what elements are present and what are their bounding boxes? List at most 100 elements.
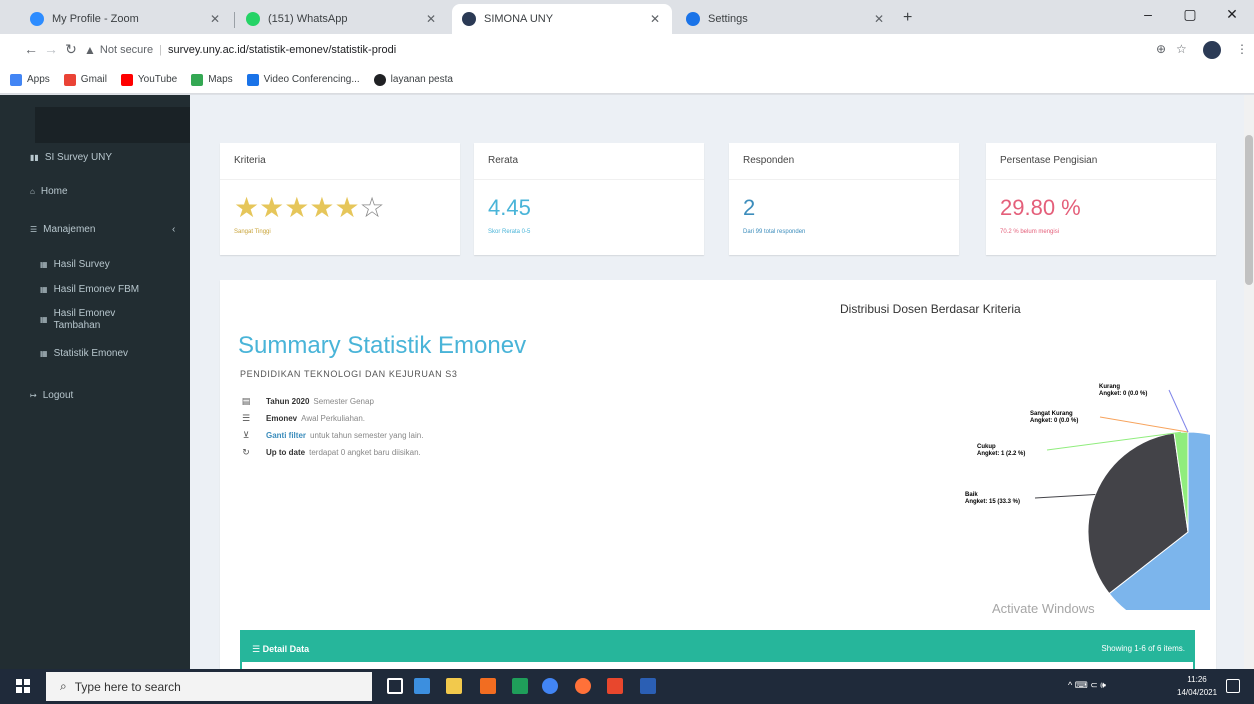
bookmark-layanan[interactable]: layanan pesta xyxy=(373,73,453,86)
scrollbar-thumb[interactable] xyxy=(1245,135,1253,285)
address-divider: | xyxy=(159,44,162,56)
system-tray[interactable]: ^ ⌨ ⊂ 🕪 xyxy=(1068,680,1106,691)
bookmark-star-icon[interactable]: ☆ xyxy=(1176,42,1187,56)
card-sub: Sangat Tinggi xyxy=(234,229,271,235)
bookmark-label: Gmail xyxy=(80,74,107,85)
close-window-button[interactable]: ✕ xyxy=(1222,6,1242,23)
bookmark-maps[interactable]: Maps xyxy=(191,73,233,86)
profile-avatar[interactable] xyxy=(1203,41,1221,59)
file-explorer-icon[interactable] xyxy=(446,678,462,694)
taskbar-search-input[interactable]: ⌕ Type here to search xyxy=(46,672,372,701)
warning-icon: ▲ xyxy=(84,43,96,57)
list-icon: ☰ xyxy=(252,644,261,654)
tab-zoom-profile[interactable]: My Profile - Zoom ✕ xyxy=(20,4,232,34)
pie-connector-line xyxy=(1034,494,1096,499)
clock-time: 11:26 xyxy=(1187,675,1207,684)
close-icon[interactable]: ✕ xyxy=(208,12,222,26)
forward-arrow-icon[interactable]: → xyxy=(42,41,60,57)
pie-connector-line xyxy=(1099,416,1189,433)
windows-start-icon[interactable] xyxy=(16,679,30,693)
browser-tab-strip: My Profile - Zoom ✕ (151) WhatsApp ✕ SIM… xyxy=(0,0,1254,34)
bookmark-label: Apps xyxy=(27,74,50,85)
sidebar-item-hasil-survey[interactable]: ▦ Hasil Survey xyxy=(40,259,180,271)
close-icon[interactable]: ✕ xyxy=(648,12,662,26)
filter-icon: ⊻ xyxy=(242,430,250,440)
web-page: ▮▮ SI Survey UNY ⌂ Home ☰ Manajemen ‹ ▦ Hasi… xyxy=(0,95,1254,669)
card-kriteria: Kriteria ★★★★★☆ Sangat Tinggi xyxy=(220,143,460,255)
minimize-button[interactable]: – xyxy=(1138,6,1158,22)
close-icon[interactable]: ✕ xyxy=(424,12,438,26)
close-icon[interactable]: ✕ xyxy=(872,12,886,26)
sidebar-brand[interactable]: ▮▮ SI Survey UNY xyxy=(30,152,112,163)
bookmark-youtube[interactable]: YouTube xyxy=(120,73,178,86)
task-view-icon[interactable] xyxy=(387,678,403,694)
card-value: 4.45 xyxy=(488,195,531,220)
bookmark-label: Maps xyxy=(208,74,233,85)
sidebar-item-statistik-emonev[interactable]: ▦ Statistik Emonev xyxy=(40,348,180,360)
tab-whatsapp[interactable]: (151) WhatsApp ✕ xyxy=(236,4,448,34)
taskbar-clock[interactable]: 11:26 14/04/2021 xyxy=(1177,673,1217,699)
ganti-filter-link[interactable]: Ganti filter xyxy=(266,431,306,440)
sidebar-item-hasil-emonev-fbm[interactable]: ▦ Hasil Emonev FBM xyxy=(40,284,180,296)
kebab-menu-icon[interactable]: ⋮ xyxy=(1236,42,1248,56)
search-placeholder: Type here to search xyxy=(74,679,181,694)
tab-label: Settings xyxy=(708,13,748,25)
sidebar-item-logout[interactable]: ↦ Logout xyxy=(30,390,73,401)
pie-label-name: Kurang xyxy=(1099,384,1120,390)
sidebar-header xyxy=(35,107,190,143)
zoom-magnifier-icon[interactable]: ⊕ xyxy=(1156,42,1166,56)
card-divider xyxy=(220,179,460,180)
maximize-button[interactable]: ▢ xyxy=(1180,6,1200,23)
sidebar-item-home[interactable]: ⌂ Home xyxy=(30,186,68,197)
tab-label: (151) WhatsApp xyxy=(268,13,348,25)
detail-table-top xyxy=(242,662,1193,669)
page-scrollbar[interactable] xyxy=(1244,95,1254,669)
excel-icon[interactable] xyxy=(512,678,528,694)
address-bar[interactable]: ▲ Not secure | survey.uny.ac.id/statisti… xyxy=(84,38,1144,62)
detail-item-count: Showing 1-6 of 6 items. xyxy=(1101,644,1185,653)
bookmark-video-conferencing[interactable]: Video Conferencing... xyxy=(246,73,360,86)
bookmark-label: layanan pesta xyxy=(390,74,453,85)
chart-title: Distribusi Dosen Berdasar Kriteria xyxy=(840,302,1021,316)
edge-icon[interactable] xyxy=(414,678,430,694)
chrome-icon[interactable] xyxy=(542,678,558,694)
bookmark-gmail[interactable]: Gmail xyxy=(63,73,107,86)
video-icon xyxy=(246,73,259,86)
table-icon: ▦ xyxy=(40,349,48,358)
firefox-icon[interactable] xyxy=(575,678,591,694)
new-tab-button[interactable]: + xyxy=(903,9,912,27)
list-icon: ☰ xyxy=(30,225,38,234)
card-divider xyxy=(986,179,1216,180)
star-icon: ★ xyxy=(309,192,335,223)
simona-icon xyxy=(462,12,476,26)
table-icon: ▦ xyxy=(40,260,48,269)
sidebar-item-hasil-emonev-tambahan[interactable]: ▦ Hasil Emonev Tambahan xyxy=(40,308,150,332)
tab-settings[interactable]: Settings ✕ xyxy=(676,4,896,34)
bookmark-label: YouTube xyxy=(137,74,178,85)
chevron-left-icon[interactable]: ‹ xyxy=(172,224,175,235)
card-sub: 70.2 % belum mengisi xyxy=(1000,229,1060,235)
word-icon[interactable] xyxy=(640,678,656,694)
pie-connector-line xyxy=(1168,389,1189,433)
back-arrow-icon[interactable]: ← xyxy=(22,41,40,57)
office-icon[interactable] xyxy=(607,678,623,694)
notification-icon[interactable] xyxy=(1226,679,1240,693)
youtube-icon xyxy=(120,73,133,86)
calendar-icon: ▤ xyxy=(241,396,251,406)
home-icon: ⌂ xyxy=(30,187,35,196)
card-title: Rerata xyxy=(488,155,519,166)
navigation-bar: ← → ↻ ▲ Not secure | survey.uny.ac.id/st… xyxy=(0,34,1254,66)
card-title: Persentase Pengisian xyxy=(1000,155,1098,166)
card-value: 2 xyxy=(743,195,756,220)
sidebar-item-manajemen[interactable]: ☰ Manajemen xyxy=(30,224,95,235)
reload-icon[interactable]: ↻ xyxy=(62,41,80,58)
info-item-uptodate: ↻ Up to date terdapat 0 angket baru diisik… xyxy=(240,447,421,458)
tab-simona[interactable]: SIMONA UNY ✕ xyxy=(452,4,672,34)
sidebar-item-label: Hasil Emonev Tambahan xyxy=(53,308,116,331)
sidebar-item-label: Manajemen xyxy=(43,224,96,235)
office-app-icon[interactable] xyxy=(480,678,496,694)
card-sub: Dari 99 total responden xyxy=(743,229,806,235)
clock-date: 14/04/2021 xyxy=(1177,688,1218,697)
bookmark-apps[interactable]: Apps xyxy=(10,73,50,86)
search-icon: ⌕ xyxy=(60,679,67,693)
